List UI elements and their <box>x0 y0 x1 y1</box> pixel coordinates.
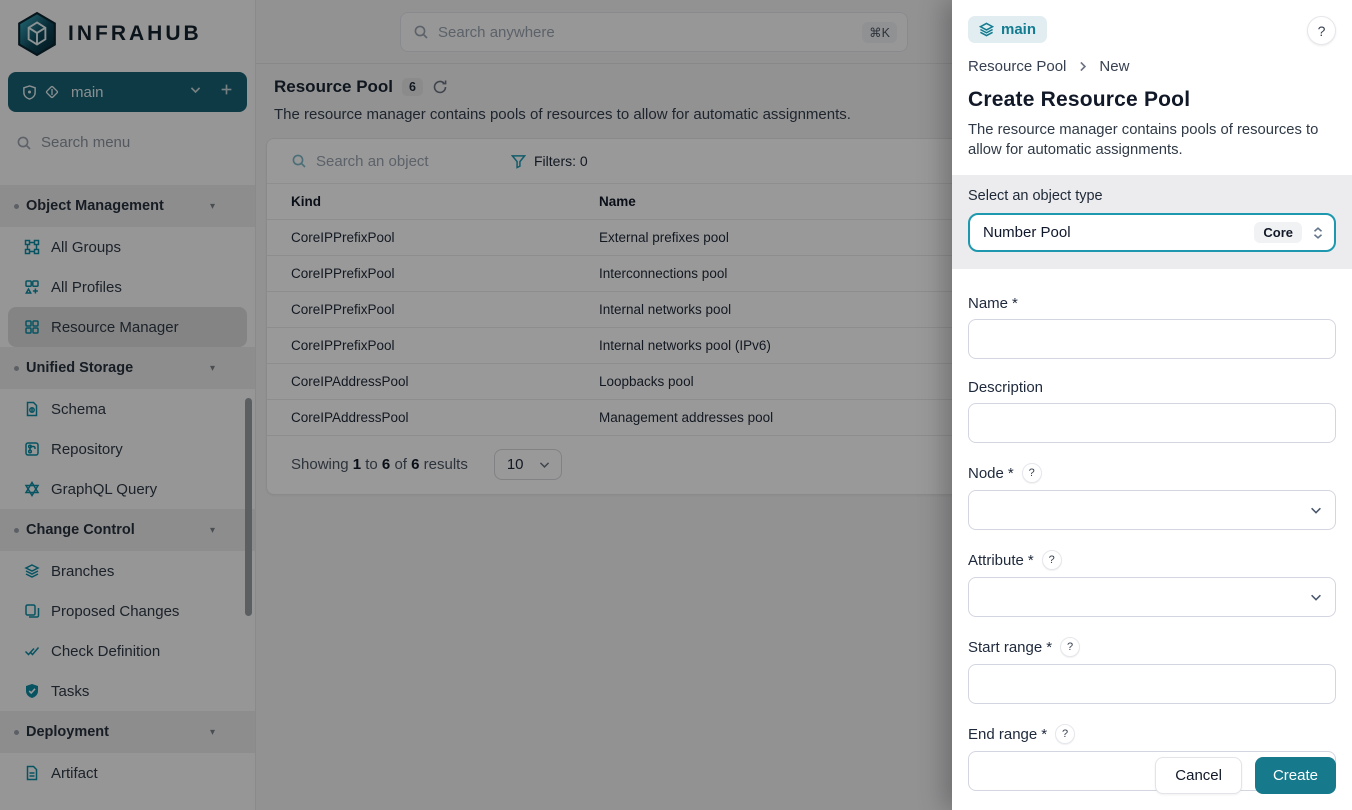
drawer-subtitle: The resource manager contains pools of r… <box>968 120 1328 160</box>
attribute-select[interactable] <box>968 577 1336 617</box>
select-updown-icon <box>1311 226 1325 240</box>
branch-badge-label: main <box>1001 21 1036 38</box>
chevron-right-icon <box>1076 60 1089 73</box>
breadcrumb: Resource Pool New <box>968 58 1336 75</box>
chevron-down-icon <box>1309 503 1323 517</box>
required-asterisk: * <box>1008 465 1014 482</box>
create-form: Name * Description Node * ? Attribute * … <box>952 269 1352 791</box>
breadcrumb-new: New <box>1099 58 1129 75</box>
field-help-icon[interactable]: ? <box>1042 550 1062 570</box>
name-input[interactable] <box>968 319 1336 359</box>
start-range-input[interactable] <box>968 664 1336 704</box>
chevron-down-icon <box>1309 590 1323 604</box>
field-attribute: Attribute * ? <box>968 550 1336 617</box>
field-description: Description <box>968 379 1336 443</box>
create-resource-pool-drawer: main ? Resource Pool New Create Resource… <box>952 0 1352 810</box>
object-type-value: Number Pool <box>983 224 1245 241</box>
required-asterisk: * <box>1046 639 1052 656</box>
layers-icon <box>979 22 994 37</box>
node-select[interactable] <box>968 490 1336 530</box>
field-start-range: Start range * ? <box>968 637 1336 704</box>
core-badge: Core <box>1254 222 1302 243</box>
create-button[interactable]: Create <box>1255 757 1336 794</box>
field-help-icon[interactable]: ? <box>1060 637 1080 657</box>
description-input[interactable] <box>968 403 1336 443</box>
object-type-section: Select an object type Number Pool Core <box>952 175 1352 269</box>
field-help-icon[interactable]: ? <box>1022 463 1042 483</box>
branch-badge[interactable]: main <box>968 16 1047 43</box>
field-node: Node * ? <box>968 463 1336 530</box>
required-asterisk: * <box>1028 552 1034 569</box>
breadcrumb-resource-pool[interactable]: Resource Pool <box>968 58 1066 75</box>
object-type-select[interactable]: Number Pool Core <box>968 213 1336 252</box>
field-help-icon[interactable]: ? <box>1055 724 1075 744</box>
required-asterisk: * <box>1041 726 1047 743</box>
cancel-button[interactable]: Cancel <box>1155 757 1242 794</box>
required-asterisk: * <box>1012 295 1018 312</box>
object-type-label: Select an object type <box>968 188 1336 204</box>
help-button[interactable]: ? <box>1307 16 1336 45</box>
drawer-title: Create Resource Pool <box>968 88 1336 112</box>
field-name: Name * <box>968 295 1336 359</box>
